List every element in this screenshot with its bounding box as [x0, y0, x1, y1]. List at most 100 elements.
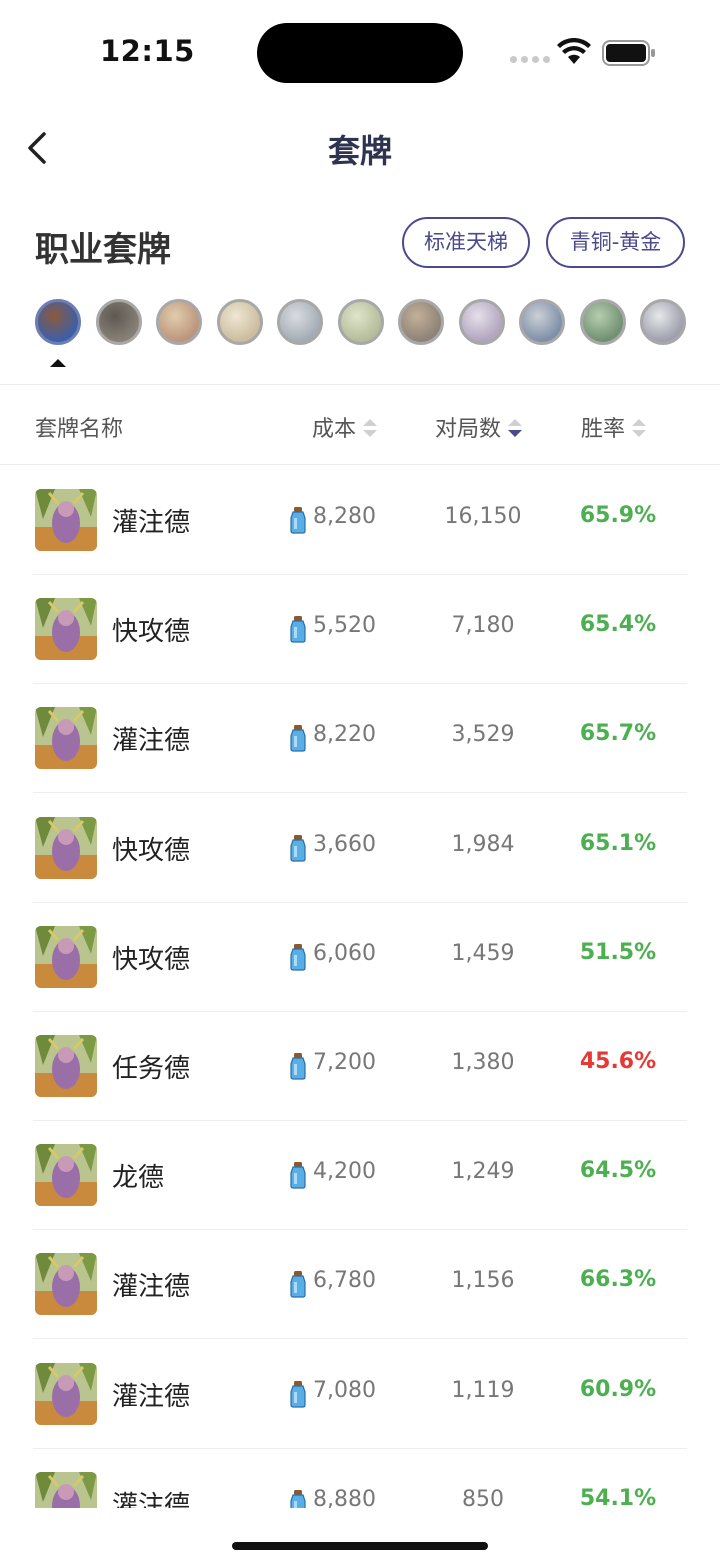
deck-winrate: 66.3% — [579, 1267, 657, 1293]
deck-cost: 5,520 — [313, 613, 376, 639]
table-row[interactable]: 龙德 4,200 1,249 64.5% — [0, 1121, 720, 1231]
selected-class-indicator — [50, 359, 66, 367]
deck-name: 灌注德 — [112, 1272, 191, 1303]
rank-filter-button[interactable]: 青铜-黄金 — [546, 217, 685, 268]
deck-avatar — [35, 1144, 97, 1207]
table-row[interactable]: 灌注德 7,080 1,119 60.9% — [0, 1340, 720, 1449]
deck-avatar — [35, 598, 97, 661]
dust-bottle-icon — [290, 943, 306, 971]
deck-games: 1,119 — [451, 1377, 515, 1403]
dust-bottle-icon — [290, 1380, 306, 1408]
deck-games: 1,380 — [451, 1050, 515, 1075]
table-row[interactable]: 灌注德 8,880 850 54.1% — [0, 1449, 720, 1508]
status-time: 12:15 — [100, 34, 195, 68]
sort-icon — [632, 419, 647, 437]
dust-bottle-icon — [290, 1162, 306, 1189]
deck-winrate: 64.5% — [579, 1158, 657, 1184]
dust-bottle-icon — [290, 1053, 306, 1080]
nav-bar: 套牌 — [0, 110, 720, 186]
deck-cost: 7,080 — [313, 1377, 376, 1403]
deck-games: 850 — [462, 1486, 504, 1508]
class-icon-druid[interactable] — [35, 299, 81, 345]
deck-winrate: 45.6% — [579, 1049, 657, 1074]
deck-winrate: 65.9% — [579, 503, 657, 528]
deck-winrate: 51.5% — [579, 939, 657, 965]
dust-bottle-icon — [290, 834, 306, 862]
deck-cost: 6,780 — [313, 1268, 376, 1294]
deck-avatar — [35, 1471, 97, 1508]
column-header-name: 套牌名称 — [35, 417, 124, 442]
column-header-winrate-label: 胜率 — [581, 417, 626, 442]
deck-winrate: 65.4% — [579, 612, 657, 638]
class-icon-warlock[interactable] — [458, 299, 505, 345]
dust-bottle-icon — [290, 616, 306, 643]
deck-avatar — [35, 1253, 97, 1316]
deck-games: 7,180 — [451, 613, 515, 639]
deck-avatar — [35, 707, 97, 770]
sort-icon — [363, 419, 378, 437]
deck-name: 灌注德 — [112, 508, 191, 538]
status-bar: 12:15 — [0, 0, 720, 100]
battery-icon — [602, 40, 655, 66]
class-icon-demon-hunter[interactable] — [579, 299, 626, 345]
table-header: 套牌名称 成本 对局数 胜率 — [0, 385, 720, 465]
wifi-icon — [557, 38, 591, 64]
deck-cost: 4,200 — [313, 1159, 376, 1185]
dust-bottle-icon — [290, 725, 306, 752]
deck-name: 灌注德 — [112, 1381, 191, 1412]
column-header-games[interactable]: 对局数 — [435, 411, 523, 443]
deck-games: 1,984 — [451, 831, 515, 857]
class-icon-paladin[interactable] — [216, 299, 263, 345]
deck-avatar — [35, 1035, 97, 1097]
table-row[interactable]: 灌注德 6,780 1,156 66.3% — [0, 1230, 720, 1340]
deck-games: 3,529 — [451, 722, 515, 748]
deck-list: 灌注德 8,280 16,150 65.9% 快攻德 5,520 7,180 65.4% 灌注德… — [0, 466, 720, 1508]
dust-bottle-icon — [290, 1271, 306, 1298]
deck-winrate: 65.7% — [579, 721, 657, 747]
deck-winrate: 60.9% — [579, 1376, 657, 1402]
column-header-games-label: 对局数 — [435, 417, 502, 442]
deck-name: 快攻德 — [112, 835, 191, 866]
deck-name: 任务德 — [112, 1054, 191, 1084]
dynamic-island — [257, 23, 463, 83]
deck-cost: 3,660 — [313, 831, 376, 857]
table-row[interactable]: 快攻德 5,520 7,180 65.4% — [0, 575, 720, 685]
deck-cost: 6,060 — [313, 940, 376, 966]
deck-games: 1,459 — [451, 940, 515, 966]
deck-cost: 8,880 — [313, 1486, 376, 1508]
page-title: 套牌 — [327, 132, 392, 170]
class-icon-shaman[interactable] — [398, 299, 444, 345]
class-icon-priest[interactable] — [277, 299, 323, 345]
column-header-cost[interactable]: 成本 — [312, 411, 378, 443]
deck-cost: 8,280 — [313, 504, 376, 529]
column-header-winrate[interactable]: 胜率 — [581, 411, 647, 443]
deck-name: 快攻德 — [112, 617, 191, 648]
deck-name: 快攻德 — [112, 944, 191, 975]
class-icon-warrior[interactable] — [519, 299, 565, 345]
deck-avatar — [35, 925, 97, 988]
mode-filter-button[interactable]: 标准天梯 — [402, 217, 530, 268]
deck-games: 1,156 — [451, 1268, 515, 1294]
column-header-cost-label: 成本 — [312, 417, 357, 442]
table-row[interactable]: 快攻德 6,060 1,459 51.5% — [0, 903, 720, 1012]
table-row[interactable]: 灌注德 8,280 16,150 65.9% — [0, 466, 720, 575]
table-row[interactable]: 快攻德 3,660 1,984 65.1% — [0, 794, 720, 903]
deck-avatar — [35, 1362, 97, 1425]
dust-bottle-icon — [290, 1489, 306, 1508]
deck-cost: 7,200 — [313, 1050, 376, 1075]
class-icon-mage[interactable] — [156, 299, 202, 345]
sort-desc-icon — [508, 419, 523, 437]
home-indicator — [232, 1542, 488, 1550]
class-icon-rogue[interactable] — [337, 299, 384, 345]
table-row[interactable]: 任务德 7,200 1,380 45.6% — [0, 1012, 720, 1121]
dust-bottle-icon — [290, 507, 306, 534]
deck-cost: 8,220 — [313, 722, 376, 748]
cellular-signal-icon — [510, 56, 550, 63]
deck-winrate: 65.1% — [579, 830, 657, 856]
class-icon-death-knight[interactable] — [640, 299, 686, 345]
table-row[interactable]: 灌注德 8,220 3,529 65.7% — [0, 684, 720, 794]
section-title: 职业套牌 — [35, 230, 171, 270]
deck-games: 1,249 — [451, 1159, 515, 1185]
deck-winrate: 54.1% — [579, 1485, 657, 1508]
class-icon-hunter[interactable] — [95, 299, 142, 345]
